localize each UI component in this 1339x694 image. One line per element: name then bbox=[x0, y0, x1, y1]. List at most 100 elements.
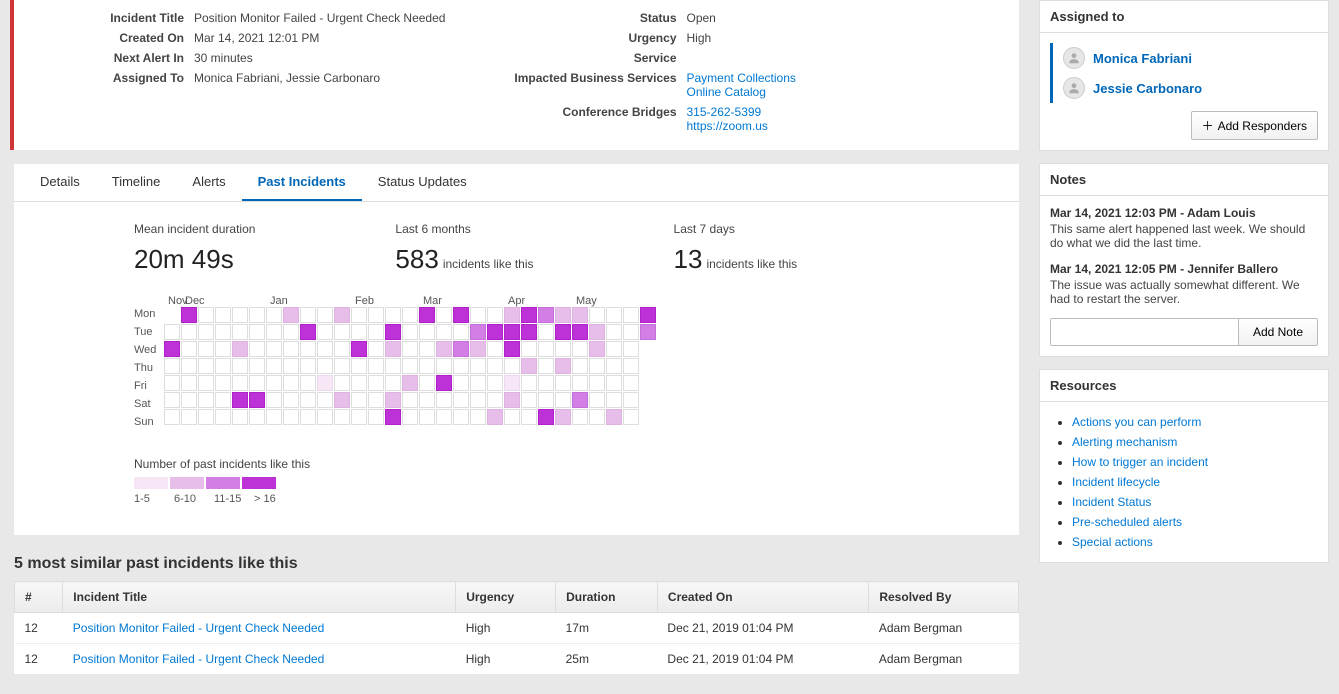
heatmap-cell[interactable] bbox=[232, 307, 248, 323]
heatmap-cell[interactable] bbox=[453, 375, 469, 391]
heatmap-cell[interactable] bbox=[623, 392, 639, 408]
heatmap-cell[interactable] bbox=[164, 392, 180, 408]
heatmap-cell[interactable] bbox=[402, 341, 418, 357]
heatmap-cell[interactable] bbox=[555, 409, 571, 425]
tab-status-updates[interactable]: Status Updates bbox=[362, 164, 483, 201]
heatmap-cell[interactable] bbox=[606, 392, 622, 408]
heatmap-cell[interactable] bbox=[521, 324, 537, 340]
heatmap-cell[interactable] bbox=[555, 375, 571, 391]
heatmap-cell[interactable] bbox=[215, 409, 231, 425]
heatmap-cell[interactable] bbox=[504, 392, 520, 408]
heatmap-cell[interactable] bbox=[419, 341, 435, 357]
heatmap-cell[interactable] bbox=[181, 392, 197, 408]
heatmap-cell[interactable] bbox=[453, 409, 469, 425]
heatmap-cell[interactable] bbox=[368, 307, 384, 323]
heatmap-cell[interactable] bbox=[470, 409, 486, 425]
heatmap-cell[interactable] bbox=[538, 392, 554, 408]
heatmap-cell[interactable] bbox=[317, 324, 333, 340]
heatmap-cell[interactable] bbox=[351, 375, 367, 391]
heatmap-cell[interactable] bbox=[249, 375, 265, 391]
heatmap-cell[interactable] bbox=[589, 307, 605, 323]
heatmap-cell[interactable] bbox=[215, 358, 231, 374]
heatmap-cell[interactable] bbox=[487, 409, 503, 425]
heatmap-cell[interactable] bbox=[589, 358, 605, 374]
heatmap-cell[interactable] bbox=[334, 324, 350, 340]
heatmap-cell[interactable] bbox=[504, 307, 520, 323]
heatmap-cell[interactable] bbox=[521, 409, 537, 425]
heatmap-cell[interactable] bbox=[589, 324, 605, 340]
tab-details[interactable]: Details bbox=[24, 164, 96, 201]
heatmap-cell[interactable] bbox=[198, 409, 214, 425]
conference-link[interactable]: 315-262-5399 bbox=[687, 105, 768, 119]
heatmap-cell[interactable] bbox=[232, 392, 248, 408]
tab-alerts[interactable]: Alerts bbox=[176, 164, 241, 201]
heatmap-cell[interactable] bbox=[181, 307, 197, 323]
heatmap-cell[interactable] bbox=[164, 358, 180, 374]
heatmap-cell[interactable] bbox=[198, 375, 214, 391]
heatmap-cell[interactable] bbox=[623, 409, 639, 425]
similar-incident-link[interactable]: Position Monitor Failed - Urgent Check N… bbox=[73, 621, 324, 635]
heatmap-cell[interactable] bbox=[470, 392, 486, 408]
heatmap-cell[interactable] bbox=[402, 375, 418, 391]
heatmap-cell[interactable] bbox=[555, 324, 571, 340]
heatmap-cell[interactable] bbox=[606, 358, 622, 374]
heatmap-cell[interactable] bbox=[487, 324, 503, 340]
heatmap-cell[interactable] bbox=[623, 375, 639, 391]
heatmap-cell[interactable] bbox=[504, 341, 520, 357]
heatmap-cell[interactable] bbox=[402, 409, 418, 425]
heatmap-cell[interactable] bbox=[249, 358, 265, 374]
heatmap-cell[interactable] bbox=[436, 375, 452, 391]
heatmap-cell[interactable] bbox=[351, 341, 367, 357]
heatmap-cell[interactable] bbox=[606, 341, 622, 357]
heatmap-cell[interactable] bbox=[470, 307, 486, 323]
heatmap-cell[interactable] bbox=[487, 375, 503, 391]
note-input[interactable] bbox=[1051, 319, 1238, 345]
impacted-service-link[interactable]: Online Catalog bbox=[687, 85, 796, 99]
heatmap-cell[interactable] bbox=[249, 307, 265, 323]
heatmap-cell[interactable] bbox=[538, 324, 554, 340]
resource-link[interactable]: Incident lifecycle bbox=[1072, 475, 1160, 489]
heatmap-cell[interactable] bbox=[453, 358, 469, 374]
resource-link[interactable]: Incident Status bbox=[1072, 495, 1151, 509]
heatmap-cell[interactable] bbox=[385, 324, 401, 340]
heatmap-cell[interactable] bbox=[351, 324, 367, 340]
heatmap-cell[interactable] bbox=[232, 409, 248, 425]
heatmap-cell[interactable] bbox=[317, 409, 333, 425]
heatmap-cell[interactable] bbox=[215, 324, 231, 340]
heatmap-cell[interactable] bbox=[538, 307, 554, 323]
resource-link[interactable]: Actions you can perform bbox=[1072, 415, 1201, 429]
heatmap-cell[interactable] bbox=[606, 375, 622, 391]
heatmap-cell[interactable] bbox=[232, 358, 248, 374]
heatmap-cell[interactable] bbox=[368, 358, 384, 374]
heatmap-cell[interactable] bbox=[572, 409, 588, 425]
heatmap-cell[interactable] bbox=[385, 392, 401, 408]
heatmap-cell[interactable] bbox=[300, 358, 316, 374]
heatmap-cell[interactable] bbox=[181, 409, 197, 425]
heatmap-cell[interactable] bbox=[198, 324, 214, 340]
heatmap-cell[interactable] bbox=[266, 375, 282, 391]
heatmap-cell[interactable] bbox=[198, 307, 214, 323]
assignee-link[interactable]: Monica Fabriani bbox=[1093, 51, 1192, 66]
heatmap-cell[interactable] bbox=[232, 341, 248, 357]
heatmap-cell[interactable] bbox=[470, 358, 486, 374]
heatmap-cell[interactable] bbox=[504, 375, 520, 391]
heatmap-cell[interactable] bbox=[215, 307, 231, 323]
heatmap-cell[interactable] bbox=[572, 341, 588, 357]
heatmap-cell[interactable] bbox=[606, 324, 622, 340]
heatmap-cell[interactable] bbox=[334, 409, 350, 425]
heatmap-cell[interactable] bbox=[334, 358, 350, 374]
heatmap-cell[interactable] bbox=[198, 341, 214, 357]
heatmap-cell[interactable] bbox=[402, 307, 418, 323]
heatmap-cell[interactable] bbox=[300, 307, 316, 323]
heatmap-cell[interactable] bbox=[317, 392, 333, 408]
heatmap-cell[interactable] bbox=[351, 392, 367, 408]
heatmap-cell[interactable] bbox=[470, 375, 486, 391]
resource-link[interactable]: Pre-scheduled alerts bbox=[1072, 515, 1182, 529]
heatmap-cell[interactable] bbox=[589, 375, 605, 391]
heatmap-cell[interactable] bbox=[623, 307, 639, 323]
add-responders-button[interactable]: ＋Add Responders bbox=[1191, 111, 1318, 140]
heatmap-cell[interactable] bbox=[283, 392, 299, 408]
heatmap-cell[interactable] bbox=[334, 341, 350, 357]
heatmap-cell[interactable] bbox=[555, 307, 571, 323]
heatmap-cell[interactable] bbox=[300, 409, 316, 425]
